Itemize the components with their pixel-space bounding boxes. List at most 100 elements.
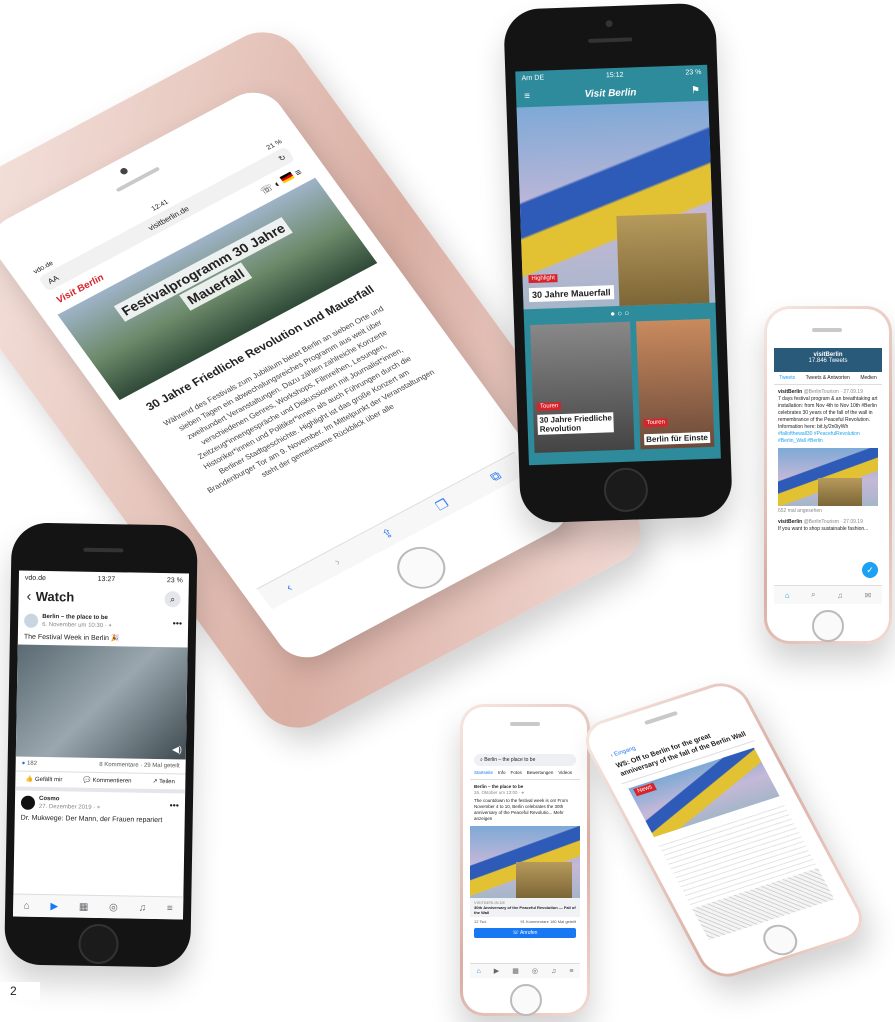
- menu-icon[interactable]: ≡: [569, 968, 573, 975]
- back-icon[interactable]: ‹: [282, 580, 294, 594]
- card-tag: Touren: [536, 402, 562, 411]
- card-title-line-2: Revolution: [539, 423, 582, 434]
- post-stats: 12 Tsd. 91 Kommentare 180 Mal geteilt: [470, 917, 580, 926]
- tweet-image: [778, 448, 878, 506]
- comment-button[interactable]: 💬 Kommentieren: [83, 777, 131, 785]
- twitter-phone: visitBerlin 17.846 Tweets Tweets Tweets …: [764, 306, 892, 644]
- app-screen: Arn DE 15:12 23 % ≡ Visit Berlin ⚑ Highl…: [515, 64, 721, 466]
- marketplace-icon[interactable]: ▦: [512, 967, 519, 975]
- highlight-title: 30 Jahre Mauerfall: [528, 285, 614, 303]
- watch-icon[interactable]: ▶: [50, 901, 58, 912]
- tab-reviews[interactable]: Bewertungen: [527, 770, 554, 775]
- home-button[interactable]: [388, 539, 455, 597]
- tweet-author: visitBerlin: [778, 519, 803, 525]
- video-player[interactable]: ◀): [15, 644, 188, 760]
- search-value[interactable]: Berlin – the place to be: [484, 757, 535, 763]
- app-logo[interactable]: Visit Berlin: [584, 87, 636, 100]
- notifications-icon[interactable]: ♫: [837, 591, 843, 600]
- tour-card-1[interactable]: Touren 30 Jahre Friedliche Revolution: [530, 321, 635, 454]
- status-carrier: Arn DE: [521, 73, 545, 82]
- flag-de-icon[interactable]: [279, 171, 295, 183]
- text-size-button[interactable]: AA: [46, 273, 60, 285]
- more-icon[interactable]: •••: [169, 800, 179, 810]
- card-title: 30 Jahre Friedliche Revolution: [537, 412, 615, 435]
- reactions-count[interactable]: 182: [27, 761, 37, 767]
- groups-icon[interactable]: ◎: [532, 967, 538, 975]
- status-battery: 23 %: [685, 68, 702, 77]
- like-button[interactable]: 👍 Gefällt mir: [26, 776, 63, 784]
- home-button[interactable]: [603, 467, 649, 513]
- back-icon[interactable]: ‹: [26, 588, 31, 604]
- tweet[interactable]: visitBerlin @BerlinTourism · 27.09.19 7 …: [774, 385, 882, 519]
- home-icon[interactable]: ⌂: [477, 968, 481, 975]
- search-icon[interactable]: ⌕: [811, 590, 815, 600]
- profile-tabs: Tweets Tweets & Antworten Medien: [774, 372, 882, 385]
- tab-videos[interactable]: Videos: [558, 770, 572, 775]
- comments-count[interactable]: 8 Kommentare: [99, 762, 138, 769]
- menu-icon[interactable]: ≡: [524, 90, 530, 101]
- shares-count[interactable]: 29 Mal geteilt: [144, 763, 180, 770]
- marketplace-icon[interactable]: ▦: [79, 901, 89, 912]
- avatar[interactable]: [20, 795, 36, 810]
- link-preview[interactable]: VISITBERLIN.DE 30th Anniversary of the P…: [470, 898, 580, 917]
- menu-icon[interactable]: ≡: [167, 903, 173, 914]
- tour-card-2[interactable]: Touren Berlin für Einste: [636, 318, 715, 450]
- compose-tweet-button[interactable]: ✓: [862, 562, 878, 578]
- tab-photos[interactable]: Fotos: [511, 770, 522, 775]
- home-button[interactable]: [510, 984, 542, 1016]
- reload-icon[interactable]: ↻: [277, 153, 288, 163]
- tweet-hashtags[interactable]: #fallofthewall30 #PeacefulRevolution #Be…: [778, 431, 878, 445]
- status-carrier: vdo.de: [24, 574, 46, 582]
- messages-icon[interactable]: ✉: [865, 591, 872, 600]
- reactions-count[interactable]: 12 Tsd.: [474, 919, 487, 924]
- notifications-icon[interactable]: ♫: [551, 968, 556, 975]
- forward-icon[interactable]: ›: [331, 554, 343, 568]
- avatar[interactable]: [24, 613, 39, 628]
- page-title: Watch: [35, 588, 75, 605]
- tab-tweets[interactable]: Tweets: [779, 375, 795, 381]
- post-author[interactable]: Berlin – the place to be: [474, 784, 523, 789]
- tweet-handle: @BerlinTourism · 27.09.19: [803, 519, 863, 525]
- post-image[interactable]: [470, 826, 580, 898]
- home-button[interactable]: [812, 610, 844, 642]
- volume-icon[interactable]: ◀): [172, 744, 182, 755]
- share-icon[interactable]: ⇪: [379, 525, 398, 543]
- groups-icon[interactable]: ◎: [109, 902, 118, 913]
- menu-icon[interactable]: ≡: [293, 167, 304, 178]
- search-icon[interactable]: ⌕: [164, 591, 181, 608]
- tweet-handle: @BerlinTourism · 27.09.19: [803, 389, 863, 395]
- tweet[interactable]: visitBerlin @BerlinTourism · 27.09.19 If…: [774, 519, 882, 533]
- fb-search-bar[interactable]: ⌕ Berlin – the place to be: [474, 754, 576, 766]
- highlight-card[interactable]: Highlight 30 Jahre Mauerfall: [516, 100, 716, 310]
- bookmarks-icon[interactable]: ❐: [433, 496, 452, 514]
- watch-icon[interactable]: ▶: [494, 967, 499, 975]
- post-author[interactable]: Berlin – the place to be: [42, 614, 108, 621]
- home-button[interactable]: [78, 923, 119, 965]
- tweet-text: 7 days festival program & an breathtakin…: [778, 396, 878, 430]
- comment-label: Kommentieren: [92, 777, 132, 785]
- bookmark-icon[interactable]: ⚑: [691, 85, 700, 96]
- post-text: Dr. Mukwege: Der Mann, der Frauen repari…: [20, 814, 163, 825]
- more-icon[interactable]: •••: [173, 618, 183, 628]
- share-button[interactable]: ↗ Teilen: [152, 778, 174, 785]
- tab-replies[interactable]: Tweets & Antworten: [806, 375, 850, 381]
- card-title: Berlin für Einste: [643, 431, 711, 446]
- comments-count[interactable]: 91 Kommentare: [520, 919, 548, 924]
- tab-info[interactable]: Info: [498, 770, 506, 775]
- tab-home[interactable]: Startseite: [474, 770, 493, 775]
- home-icon[interactable]: ⌂: [23, 900, 29, 911]
- front-camera: [605, 20, 613, 28]
- tab-media[interactable]: Medien: [860, 375, 876, 381]
- post-author[interactable]: Cosmo: [39, 796, 59, 802]
- shares-count[interactable]: 180 Mal geteilt: [550, 919, 576, 924]
- tweet-author: visitBerlin: [778, 389, 803, 395]
- twitter-header: visitBerlin 17.846 Tweets: [774, 348, 882, 372]
- watch-screen: vdo.de 13:27 23 % ‹ Watch ⌕ Berlin – the…: [12, 570, 190, 920]
- phone-icon[interactable]: ☏: [258, 182, 275, 196]
- call-button[interactable]: ☏ Anrufen: [474, 928, 576, 938]
- fb-page-screen: ⌕ Berlin – the place to be Startseite In…: [470, 740, 580, 978]
- home-icon[interactable]: ⌂: [785, 591, 790, 600]
- twitter-tabbar: ⌂ ⌕ ♫ ✉: [774, 585, 882, 604]
- notifications-icon[interactable]: ♫: [139, 902, 147, 913]
- tabs-icon[interactable]: ⧉: [487, 468, 504, 485]
